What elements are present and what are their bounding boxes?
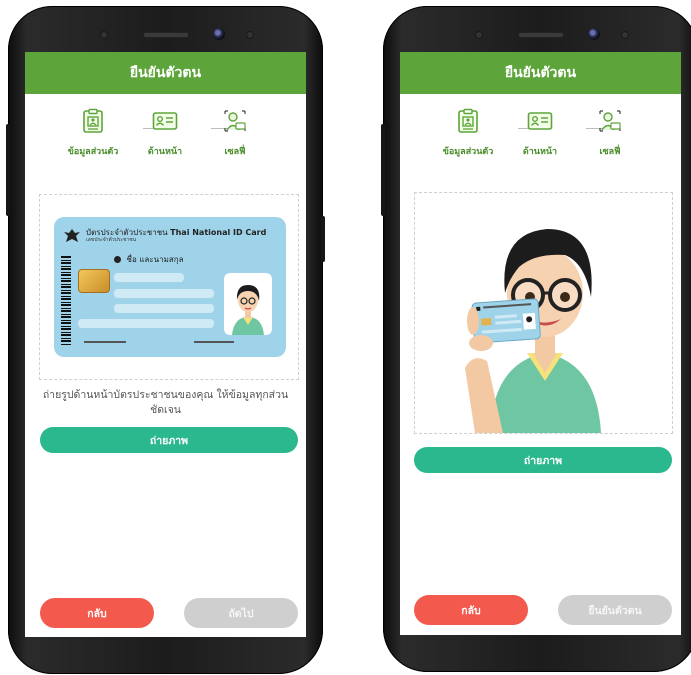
- card-field-bar: [114, 304, 214, 313]
- sensor-icon: [246, 31, 254, 39]
- step-personal-info: ข้อมูลส่วนตัว: [438, 108, 498, 158]
- step-indicator: ข้อมูลส่วนตัว ด้านหน้า เซลฟี่: [25, 94, 306, 184]
- front-camera-icon: [213, 28, 225, 40]
- step-label: ด้านหน้า: [147, 147, 183, 157]
- step-label: เซลฟี่: [599, 147, 621, 157]
- sensor-icon: [621, 31, 629, 39]
- back-button[interactable]: กลับ: [40, 598, 154, 628]
- volume-button: [381, 124, 385, 216]
- id-card-title-english: Thai National ID Card: [170, 228, 267, 237]
- step-id-front: ด้านหน้า: [510, 108, 570, 158]
- step-selfie: เซลฟี่: [580, 108, 640, 158]
- page-title: ยืนยันตัวตน: [400, 52, 681, 94]
- selfie-with-card-icon: [599, 110, 621, 132]
- step-id-front: ด้านหน้า: [135, 108, 195, 158]
- id-document-icon: [458, 108, 478, 133]
- back-button[interactable]: กลับ: [414, 595, 528, 625]
- selfie-photo-area[interactable]: [414, 192, 673, 434]
- step-label: เซลฟี่: [224, 147, 246, 157]
- screen-id-front: ยืนยันตัวตน ข้อมูลส่วนตัว ด้านหน้า เซลฟี…: [25, 52, 306, 637]
- step-label: ข้อมูลส่วนตัว: [67, 147, 119, 157]
- id-card-front-icon: [152, 112, 178, 130]
- barcode: [61, 255, 71, 345]
- chip-icon: [78, 269, 110, 293]
- card-field-bar: [114, 289, 214, 298]
- phone-frame-right: ยืนยันตัวตน ข้อมูลส่วนตัว ด้านหน้า เซลฟี…: [381, 6, 691, 672]
- card-field-bar: [114, 273, 184, 282]
- phone-frame-left: ยืนยันตัวตน ข้อมูลส่วนตัว ด้านหน้า เซลฟี…: [6, 6, 325, 674]
- id-photo-portrait: [224, 273, 272, 335]
- selfie-illustration: [465, 229, 601, 433]
- step-selfie: เซลฟี่: [205, 108, 265, 158]
- sensor-icon: [475, 31, 483, 39]
- garuda-emblem-icon: [64, 229, 80, 242]
- screen-selfie: ยืนยันตัวตน ข้อมูลส่วนตัว ด้านหน้า เซลฟี…: [400, 52, 681, 635]
- signature-line: [194, 341, 234, 343]
- id-card-name-row: ชื่อ และนามสกุล: [114, 253, 184, 266]
- capture-photo-button[interactable]: ถ่ายภาพ: [414, 447, 672, 473]
- speaker-grille: [142, 32, 189, 38]
- instruction-text: ถ่ายรูปด้านหน้าบัตรประชาชนของคุณ ให้ข้อม…: [42, 389, 289, 416]
- capture-photo-button[interactable]: ถ่ายภาพ: [40, 427, 298, 453]
- id-card-subtitle: เลขประจำตัวประชาชน: [86, 237, 137, 243]
- person-icon: [114, 256, 121, 263]
- step-indicator: ข้อมูลส่วนตัว ด้านหน้า เซลฟี่: [400, 94, 681, 184]
- step-label: ข้อมูลส่วนตัว: [442, 147, 494, 157]
- front-camera-icon: [588, 28, 600, 40]
- next-button[interactable]: ถัดไป: [184, 598, 298, 628]
- power-button: [321, 216, 325, 262]
- page-title: ยืนยันตัวตน: [25, 52, 306, 94]
- id-card-front-icon: [527, 112, 553, 130]
- signature-line: [84, 341, 126, 343]
- id-card-photo-area[interactable]: บัตรประจำตัวประชาชน Thai National ID Car…: [39, 194, 299, 380]
- id-card-illustration: บัตรประจำตัวประชาชน Thai National ID Car…: [54, 217, 286, 357]
- step-personal-info: ข้อมูลส่วนตัว: [63, 108, 123, 158]
- id-card-name-label: ชื่อ และนามสกุล: [126, 255, 184, 264]
- speaker-grille: [517, 32, 564, 38]
- confirm-identity-button[interactable]: ยืนยันตัวตน: [558, 595, 672, 625]
- sensor-icon: [100, 31, 108, 39]
- card-field-bar: [78, 319, 214, 328]
- selfie-with-card-icon: [224, 110, 246, 132]
- volume-button: [6, 124, 10, 216]
- step-label: ด้านหน้า: [522, 147, 558, 157]
- id-document-icon: [83, 108, 103, 133]
